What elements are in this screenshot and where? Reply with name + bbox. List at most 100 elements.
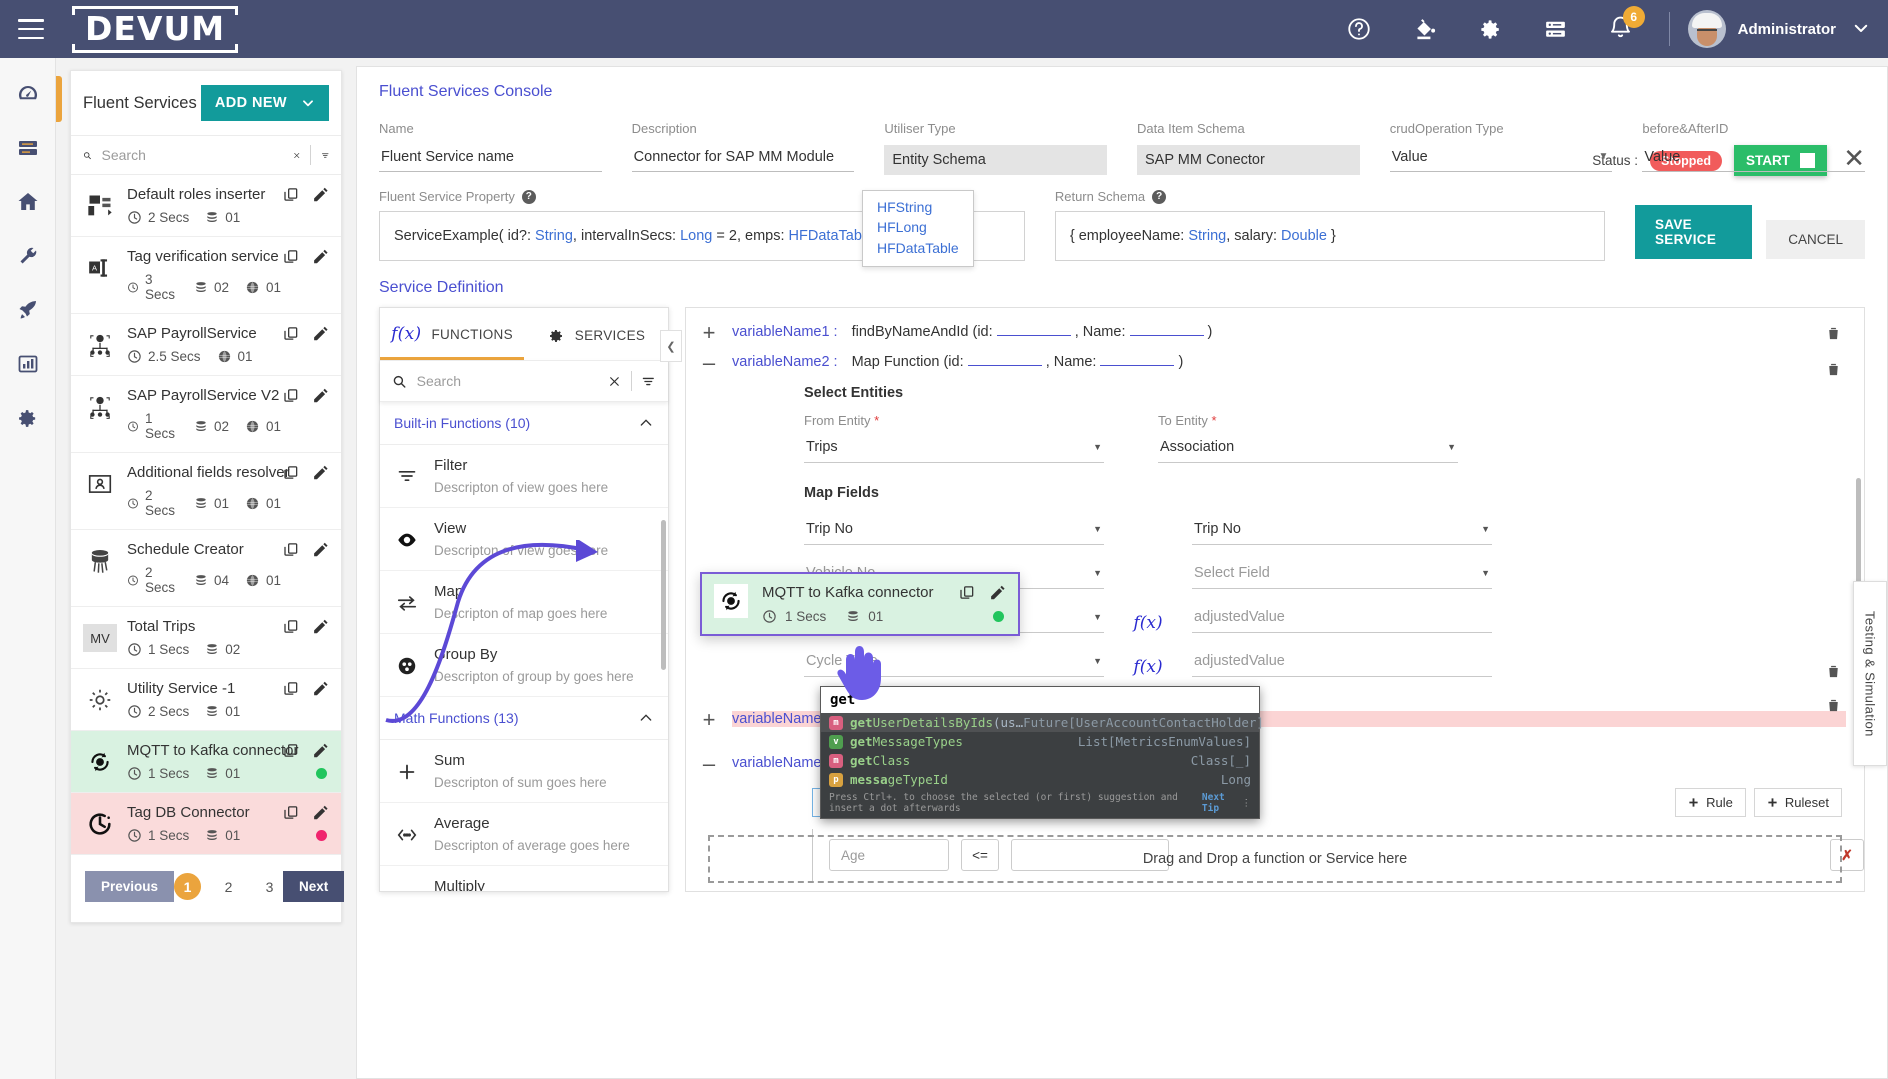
copy-icon[interactable] [283,387,299,404]
copy-icon[interactable] [959,584,975,601]
edit-icon[interactable] [312,541,329,558]
gear-icon[interactable] [12,402,44,434]
field-value[interactable]: Entity Schema [884,145,1108,175]
analytics-icon[interactable] [12,348,44,380]
edit-icon[interactable] [312,464,329,481]
copy-icon[interactable] [283,804,299,821]
function-item[interactable]: Filter Descripton of view goes here [380,445,668,508]
functions-search-input[interactable] [416,373,598,389]
copy-icon[interactable] [283,742,299,759]
copy-icon[interactable] [283,680,299,697]
wrench-icon[interactable] [12,240,44,272]
fx-icon[interactable]: 𝑓(x) [1126,657,1170,677]
map-source-value[interactable]: Trip No ▼ [804,518,1104,546]
autocomplete-row[interactable]: m getClass Class[_] [821,751,1259,770]
service-list-item[interactable]: Utility Service -1 2 Secs 01 [71,669,341,731]
next-button[interactable]: Next [283,871,345,902]
testing-simulation-tab[interactable]: Testing & Simulation [1853,581,1887,766]
chevron-up-icon[interactable] [638,415,654,431]
chevron-down-icon[interactable] [1852,19,1870,40]
map-target-value[interactable]: adjustedValue [1192,606,1492,634]
from-entity-value[interactable]: Trips ▼ [804,436,1104,464]
service-list-item[interactable]: A Tag verification service 3 Secs 02 01 [71,237,341,314]
map-target-field[interactable]: adjustedValue [1192,650,1492,678]
service-list-item[interactable]: Tag DB Connector 1 Secs 01 [71,793,341,855]
edit-icon[interactable] [312,325,329,342]
edit-icon[interactable] [989,584,1006,601]
edit-icon[interactable] [312,804,329,821]
property-autocomplete[interactable]: HFString HFLong HFDataTable [862,190,974,267]
avatar[interactable] [1687,10,1726,48]
autocomplete-row[interactable]: v getMessageTypes List[MetricsEnumValues] [821,732,1259,751]
clear-icon[interactable] [608,374,621,389]
edit-icon[interactable] [312,618,329,635]
map-target-value[interactable]: Trip No ▼ [1192,518,1492,546]
add-ruleset-button[interactable]: Ruleset [1753,788,1842,818]
to-entity-select[interactable]: To Entity * Association ▼ [1158,413,1458,464]
map-target-value[interactable]: adjustedValue [1192,650,1492,678]
map-target-field[interactable]: Select Field ▼ [1192,562,1492,590]
menu-icon[interactable] [18,19,44,39]
notifications[interactable]: 6 [1608,6,1645,43]
service-list-item[interactable]: SAP PayrollService V2 1 Secs 02 01 [71,376,341,453]
variable-name-2[interactable]: variableName2 : [732,354,838,370]
function-item[interactable]: Group By Descripton of group by goes here [380,634,668,697]
field-value[interactable]: Value [1642,145,1866,172]
to-entity-value[interactable]: Association ▼ [1158,436,1458,464]
save-service-button[interactable]: SAVE SERVICE [1635,205,1753,259]
variable-name-1[interactable]: variableName1 : [732,324,838,340]
edit-icon[interactable] [312,742,329,759]
autocomplete-option[interactable]: HFDataTable [877,238,959,258]
dashboard-icon[interactable] [12,78,44,110]
copy-icon[interactable] [283,464,299,481]
from-entity-select[interactable]: From Entity * Trips ▼ [804,413,1104,464]
edit-icon[interactable] [312,248,329,265]
tab-functions[interactable]: 𝑓(x) FUNCTIONS [380,308,524,360]
fx-icon[interactable]: 𝑓(x) [1126,613,1170,633]
autocomplete-row[interactable]: m getUserDetailsByIds(us… Future[UserAccou… [821,713,1264,732]
function-item[interactable]: Sum Descripton of sum goes here [380,740,668,803]
home-icon[interactable] [12,186,44,218]
add-rule-button[interactable]: Rule [1675,788,1746,818]
autocomplete-option[interactable]: HFLong [877,217,959,237]
field-value[interactable]: Fluent Service name [379,145,602,172]
settings-icon[interactable] [1478,17,1503,42]
rocket-icon[interactable] [12,294,44,326]
drop-zone[interactable]: Drag and Drop a function or Service here [708,835,1842,883]
service-list-item[interactable]: MV Total Trips 1 Secs 02 [71,607,341,669]
previous-button[interactable]: Previous [85,871,175,902]
filter-icon[interactable] [641,373,656,390]
clear-icon[interactable] [293,148,301,163]
delete-variable-2-icon[interactable] [1825,360,1842,382]
edit-icon[interactable] [312,680,329,697]
delete-variable-3b-icon[interactable] [1825,696,1842,718]
copy-icon[interactable] [283,325,299,342]
edit-icon[interactable] [312,186,329,203]
database-icon[interactable] [12,132,44,164]
variable-expression-2[interactable]: Map Function (id: , Name: ) [852,354,1184,370]
service-list-item[interactable]: Additional fields resolver 2 Secs 01 01 [71,453,341,530]
field-value[interactable]: Connector for SAP MM Module [631,145,855,172]
service-list-item[interactable]: MQTT to Kafka connector 1 Secs 01 [71,731,341,793]
edit-icon[interactable] [312,387,329,404]
delete-variable-3-icon[interactable] [1825,662,1842,684]
help-icon[interactable]: ? [521,189,536,204]
theme-icon[interactable] [1412,16,1438,42]
map-target-value[interactable]: Select Field ▼ [1192,562,1492,590]
function-item[interactable]: View Descripton of view goes here [380,508,668,571]
servers-icon[interactable] [1543,17,1568,42]
more-options-icon[interactable]: ⋮ [1242,798,1252,809]
functions-scrollbar[interactable] [661,520,666,670]
help-icon[interactable] [1346,16,1372,42]
delete-variable-1-icon[interactable] [1825,324,1842,346]
page-1[interactable]: 1 [174,873,202,900]
function-item[interactable]: Average Descripton of average goes here [380,803,668,866]
next-tip-link[interactable]: Next Tip [1202,792,1237,814]
tab-services[interactable]: SERVICES [524,308,668,360]
cancel-button[interactable]: CANCEL [1766,220,1865,259]
field-value[interactable]: SAP MM Conector [1137,145,1360,175]
copy-icon[interactable] [283,618,299,635]
filter-icon[interactable] [321,147,330,164]
collapse-panel-button[interactable]: ❮ [660,330,682,362]
variable-expression-1[interactable]: findByNameAndId (id: , Name: ) [852,324,1213,340]
